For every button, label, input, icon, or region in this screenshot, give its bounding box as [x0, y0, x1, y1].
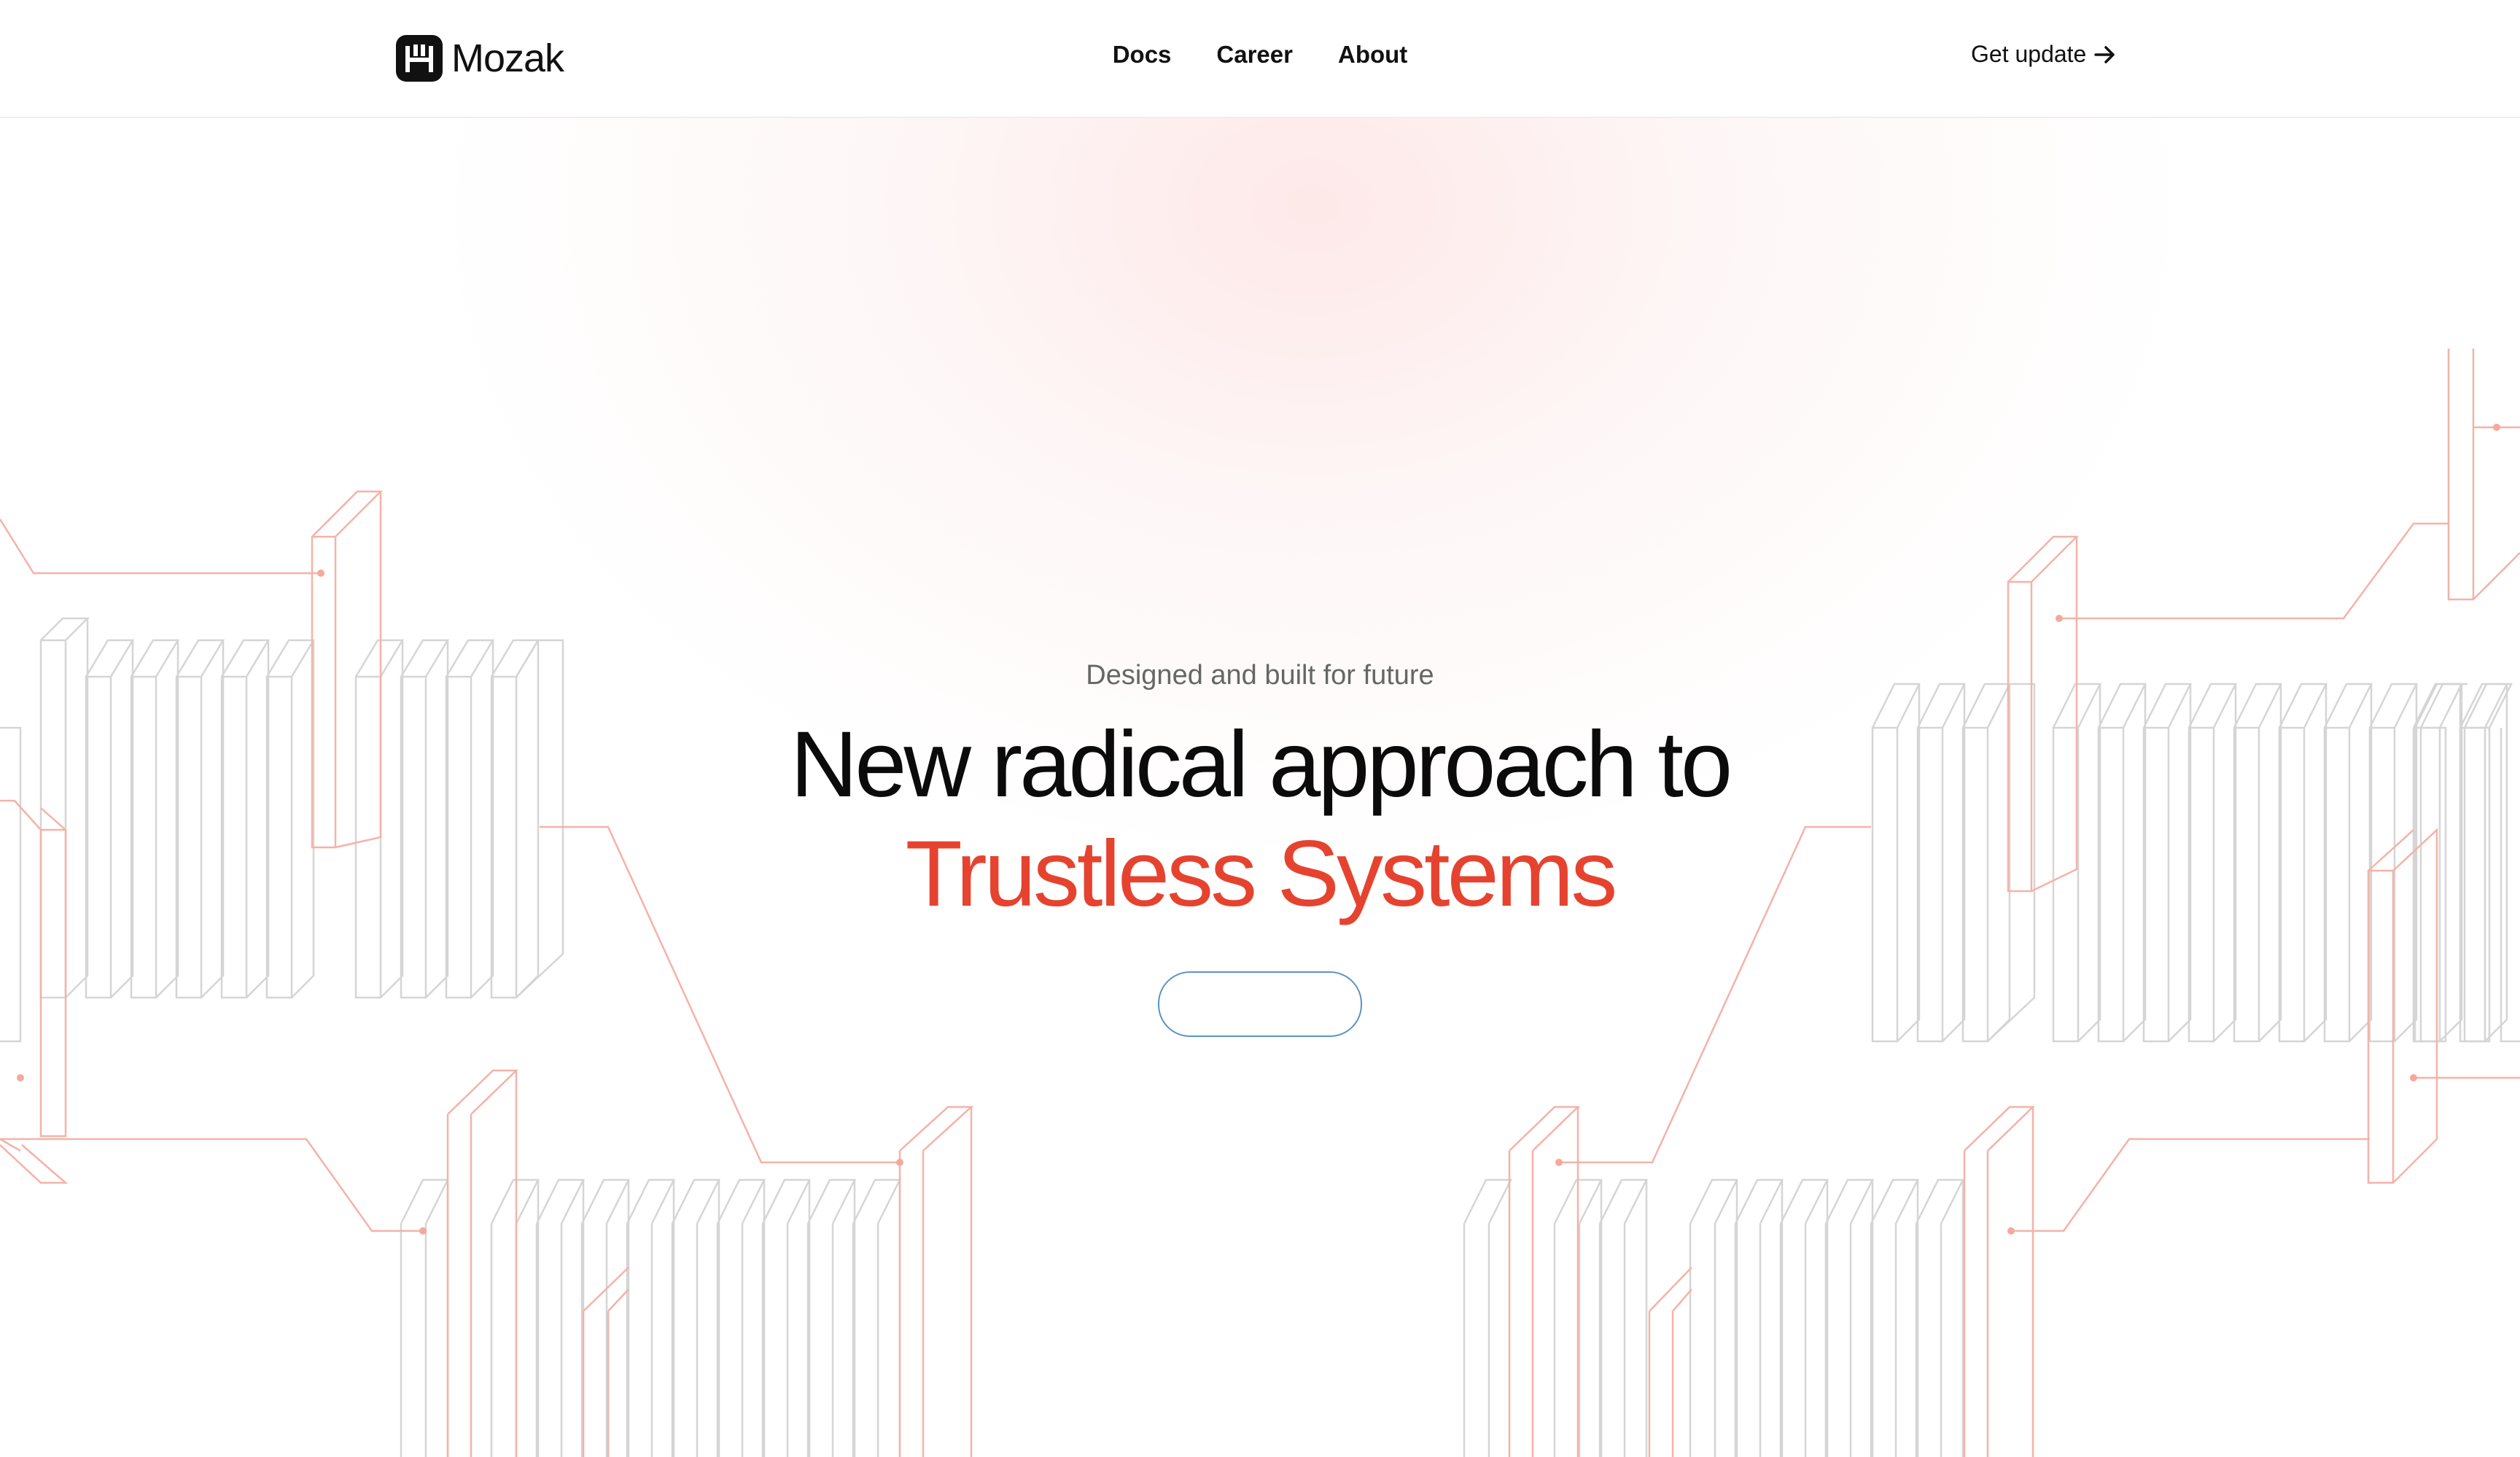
nav-item-about[interactable]: About: [1338, 41, 1407, 69]
nav-item-docs[interactable]: Docs: [1113, 41, 1172, 69]
get-update-link[interactable]: Get update: [1971, 41, 2118, 68]
hero-section: Designed and built for future New radica…: [0, 118, 2520, 1457]
nav-item-career[interactable]: Career: [1216, 41, 1293, 69]
learn-more-button[interactable]: Learn more: [1158, 971, 1362, 1037]
headline-line-2: Trustless Systems: [905, 822, 1618, 926]
hero-headline: New radical approach to Trustless System…: [0, 710, 2520, 929]
get-update-label: Get update: [1971, 41, 2087, 67]
main-nav: Docs Career About: [0, 41, 2520, 69]
landing-page: Mozak Docs Career About Get update Desig…: [0, 0, 2520, 1457]
arrow-right-icon: [2094, 45, 2115, 63]
headline-line-1: New radical approach to: [790, 712, 1732, 817]
hero-content: Designed and built for future New radica…: [0, 658, 2520, 1037]
hero-eyebrow: Designed and built for future: [1086, 660, 1434, 691]
site-header: Mozak Docs Career About Get update: [0, 0, 2520, 118]
